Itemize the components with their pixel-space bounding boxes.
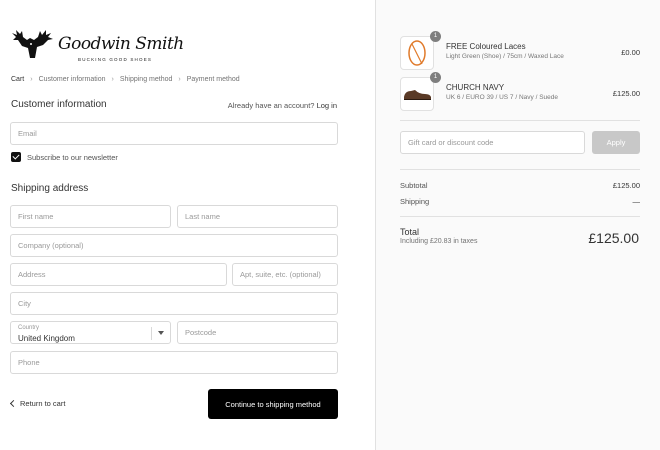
city-input[interactable] <box>11 293 337 314</box>
breadcrumb: Cart › Customer information › Shipping metho… <box>11 76 240 83</box>
address-input[interactable] <box>11 264 226 285</box>
line-item-price: £125.00 <box>612 89 640 98</box>
shipping-label: Shipping <box>400 197 430 206</box>
divider <box>400 216 640 217</box>
country-select[interactable]: Country United Kingdom <box>10 321 171 344</box>
subtotal-label: Subtotal <box>400 181 428 190</box>
city-field[interactable] <box>10 292 338 315</box>
taxes-note: Including £20.83 in taxes <box>400 238 478 245</box>
address-field[interactable] <box>10 263 227 286</box>
select-divider <box>151 327 152 340</box>
line-item-thumbnail <box>400 77 434 111</box>
line-item-variant: Light Green (Shoe) / 75cm / Waxed Lace <box>446 53 564 60</box>
return-to-cart-label: Return to cart <box>20 399 66 408</box>
brand-logo[interactable]: Goodwin Smith BUCKING GOOD SHOES <box>10 26 184 66</box>
chevron-left-icon <box>9 399 18 408</box>
subtotal-value: £125.00 <box>612 181 640 190</box>
shipping-address-title: Shipping address <box>11 183 89 194</box>
newsletter-row[interactable]: Subscribe to our newsletter <box>11 152 118 162</box>
newsletter-label: Subscribe to our newsletter <box>27 152 118 162</box>
return-to-cart-link[interactable]: Return to cart <box>9 399 66 408</box>
login-link[interactable]: Log in <box>317 101 337 110</box>
shipping-row: Shipping — <box>400 197 640 206</box>
newsletter-checkbox[interactable] <box>11 152 21 162</box>
subtotal-row: Subtotal £125.00 <box>400 181 640 190</box>
line-item: 1 CHURCH NAVY UK 6 / EURO 39 / US 7 / Na… <box>400 72 640 111</box>
brand-name: Goodwin Smith <box>58 34 184 54</box>
order-summary: 1 FREE Coloured Laces Light Green (Shoe)… <box>375 0 660 450</box>
line-item-thumbnail <box>400 36 434 70</box>
line-item-name: CHURCH NAVY <box>446 83 505 92</box>
total-value: £125.00 <box>588 230 639 246</box>
breadcrumb-customer-information: Customer information <box>38 76 106 83</box>
country-value: United Kingdom <box>18 334 75 343</box>
brand-tagline: BUCKING GOOD SHOES <box>78 57 153 62</box>
line-item-variant: UK 6 / EURO 39 / US 7 / Navy / Suede <box>446 94 558 101</box>
continue-to-shipping-button[interactable]: Continue to shipping method <box>208 389 338 419</box>
chevron-down-icon <box>158 331 164 335</box>
checkout-main: Goodwin Smith BUCKING GOOD SHOES Cart › Cu… <box>0 0 375 450</box>
line-item: 1 FREE Coloured Laces Light Green (Shoe)… <box>400 31 640 70</box>
email-input[interactable] <box>11 123 337 144</box>
company-input[interactable] <box>11 235 337 256</box>
apt-field[interactable] <box>232 263 338 286</box>
chevron-right-icon: › <box>178 76 181 83</box>
orange-lace-icon <box>408 40 426 66</box>
chevron-right-icon: › <box>111 76 114 83</box>
customer-information-title: Customer information <box>11 99 107 110</box>
country-label: Country <box>18 325 40 331</box>
quantity-badge: 1 <box>430 31 441 42</box>
line-item-price: £0.00 <box>621 48 640 57</box>
account-prompt: Already have an account? Log in <box>228 101 337 110</box>
postcode-input[interactable] <box>178 322 337 343</box>
account-prompt-text: Already have an account? <box>227 101 315 110</box>
divider <box>400 120 640 121</box>
total-label: Total <box>400 227 420 237</box>
last-name-field[interactable] <box>177 205 338 228</box>
email-field[interactable] <box>10 122 338 145</box>
apt-input[interactable] <box>233 264 337 285</box>
postcode-field[interactable] <box>177 321 338 344</box>
quantity-badge: 1 <box>430 72 441 83</box>
breadcrumb-shipping-method: Shipping method <box>119 76 173 83</box>
first-name-input[interactable] <box>11 206 170 227</box>
divider <box>400 169 640 170</box>
first-name-field[interactable] <box>10 205 171 228</box>
company-field[interactable] <box>10 234 338 257</box>
shipping-value: — <box>632 197 641 206</box>
apply-button[interactable]: Apply <box>592 131 640 154</box>
breadcrumb-payment-method: Payment method <box>186 76 240 83</box>
discount-input[interactable] <box>401 132 584 153</box>
brown-shoe-icon <box>404 90 431 100</box>
discount-field[interactable] <box>400 131 585 154</box>
chevron-right-icon: › <box>30 76 33 83</box>
last-name-input[interactable] <box>178 206 337 227</box>
phone-input[interactable] <box>11 352 337 373</box>
breadcrumb-cart[interactable]: Cart <box>11 76 24 83</box>
stag-head-icon <box>12 30 53 58</box>
phone-field[interactable] <box>10 351 338 374</box>
line-item-name: FREE Coloured Laces <box>446 42 526 51</box>
